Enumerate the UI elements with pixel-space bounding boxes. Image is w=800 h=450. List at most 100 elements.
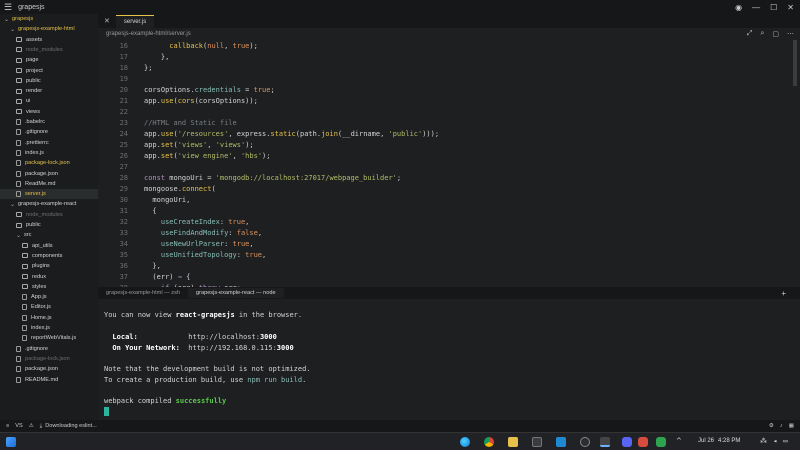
file-item[interactable]: App.js [0,292,98,302]
folder-item[interactable]: api_utils [0,241,98,251]
tree-item-label: public [26,222,41,228]
folder-item[interactable]: project [0,66,98,76]
folder-item[interactable]: plugins [0,261,98,271]
folder-item[interactable]: redux [0,272,98,282]
code-line: 27 [119,162,128,171]
account-icon[interactable]: ◉ [735,3,742,12]
terminal-line: You can now view react-grapesjs in the b… [104,311,303,319]
file-item[interactable]: reportWebVitals.js [0,333,98,343]
code-editor[interactable]: 16 callback(null, true); 17 }, 18}; 19 2… [98,40,800,287]
file-item[interactable]: index.js [0,323,98,333]
file-item[interactable]: .babelrc [0,117,98,127]
volume-icon[interactable]: ◂ [773,437,777,445]
app-icon-green[interactable] [656,437,666,447]
tree-item-label: Home.js [31,314,52,321]
tab-server-js[interactable]: server.js [115,14,155,28]
folder-item[interactable]: ⌄ grapesjs-example-html [0,24,98,34]
tree-item-label: grapesjs-example-react [18,201,77,208]
folder-item[interactable]: components [0,251,98,261]
file-item[interactable]: index.js [0,148,98,158]
file-item[interactable]: Home.js [0,313,98,323]
chevron-down-icon: ⌄ [10,26,16,33]
time-text: 4:28 PM [718,438,741,444]
maximize-button[interactable]: ☐ [770,3,777,12]
menu-icon[interactable]: ☰ [4,2,12,13]
app-icon-red[interactable] [638,437,648,447]
terminal-tab-html[interactable]: grapesjs-example-html — zsh [98,288,188,298]
chrome-icon[interactable] [484,437,494,447]
search-icon[interactable]: ⌕ [760,30,764,38]
folder-item[interactable]: ui [0,96,98,106]
file-item[interactable]: README.md [0,375,98,385]
split-icon[interactable]: ▢ [772,30,779,38]
bell-icon[interactable]: ♪ [780,423,783,429]
network-icon[interactable]: ⁂ [760,437,767,445]
settings-icon[interactable]: ⚙ [769,423,774,429]
file-item[interactable]: .gitignore [0,127,98,137]
warning-icon[interactable]: ⚠ [29,423,34,429]
file-explorer-icon[interactable] [508,437,518,447]
folder-item[interactable]: ⌄ grapesjs [0,14,98,24]
editor-scrollbar[interactable] [793,40,797,86]
app-title: grapesjs [18,3,45,11]
file-item[interactable]: package-lock.json [0,158,98,168]
minimize-button[interactable]: — [752,3,760,12]
editor-app-icon[interactable] [600,437,610,447]
terminal[interactable]: You can now view react-grapesjs in the b… [98,299,800,420]
terminal-app-icon[interactable] [532,437,542,447]
expand-icon[interactable]: ⤢ [747,30,753,38]
folder-item[interactable]: ⌄ src [0,230,98,240]
file-item[interactable]: .gitignore [0,344,98,354]
new-terminal-icon[interactable]: + [781,289,786,298]
close-button[interactable]: ✕ [787,3,794,12]
discord-icon[interactable] [622,437,632,447]
folder-item[interactable]: assets [0,35,98,45]
file-item[interactable]: ReadMe.md [0,179,98,189]
folder-item[interactable]: node_modules [0,45,98,55]
tray-expand-icon[interactable]: ^ [676,437,684,447]
tree-item-label: assets [26,36,43,43]
windows-start-icon[interactable] [6,437,16,447]
folder-item[interactable]: node_modules [0,210,98,220]
file-explorer: ⌄ grapesjs ⌄ grapesjs-example-html assets nod… [0,14,98,420]
folder-item[interactable]: render [0,86,98,96]
taskbar: ^ Jul 26 4:28 PM ⁂ ◂ ▭ [0,432,800,450]
status-menu-icon[interactable]: ≡ [6,423,9,429]
app-icon-dark[interactable] [580,437,590,447]
tree-item-label: public [26,77,41,84]
tree-item-label: package-lock.json [25,355,70,362]
code-line: 18}; [119,63,153,72]
tree-item-label: styles [32,283,47,290]
folder-item[interactable]: public [0,220,98,230]
file-item[interactable]: package-lock.json [0,354,98,364]
file-item[interactable]: .prettierrc [0,138,98,148]
folder-item[interactable]: page [0,55,98,65]
file-item[interactable]: server.js [0,189,98,200]
terminal-tab-react[interactable]: grapesjs-example-react — node [188,288,284,298]
folder-item[interactable]: views [0,107,98,117]
edge-icon[interactable] [460,437,470,447]
vscode-icon[interactable] [556,437,566,447]
file-item[interactable]: Editor.js [0,302,98,312]
breadcrumb-path[interactable]: grapesjs-example-html/server.js [106,31,191,37]
file-icon [22,335,27,342]
layout-icon[interactable]: ▦ [789,423,794,429]
more-icon[interactable]: ⋯ [787,30,794,38]
terminal-line: On Your Network: http://192.168.0.115:30… [104,344,294,352]
tree-item-label: server.js [25,191,46,198]
taskbar-clock[interactable]: Jul 26 4:28 PM [698,438,740,444]
code-line: 30 mongoUri, [119,195,191,204]
folder-item[interactable]: public [0,76,98,86]
tree-item-label: .babelrc [25,119,45,125]
code-line: 26 app.set('view engine', 'hbs'); [119,151,271,160]
status-vs[interactable]: VS [15,423,22,429]
folder-item[interactable]: styles [0,282,98,292]
file-item[interactable]: package.json [0,364,98,374]
tree-item-label: render [26,88,43,95]
battery-icon[interactable]: ▭ [783,437,787,445]
folder-item[interactable]: ⌄ grapesjs-example-react [0,199,98,209]
code-line: 31 { [119,206,157,215]
file-icon [16,139,21,146]
close-icon[interactable]: ✕ [104,17,110,25]
file-item[interactable]: package.json [0,169,98,179]
